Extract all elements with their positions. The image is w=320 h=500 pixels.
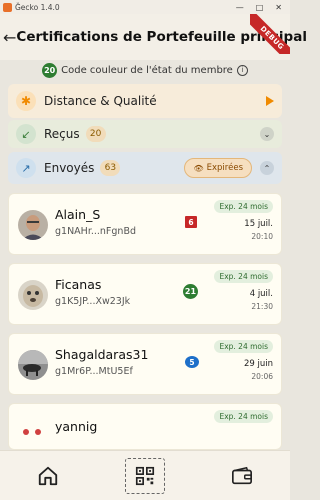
certification-card[interactable]: yannig Exp. 24 mois [8, 403, 282, 450]
distance-quality-label: Distance & Qualité [44, 94, 157, 108]
wallet-icon [231, 466, 252, 484]
avatar [18, 422, 48, 449]
member-name: yannig [55, 419, 98, 434]
window-title: Ğecko 1.4.0 [15, 2, 60, 12]
play-icon[interactable] [266, 96, 274, 106]
member-status-badge: 21 [183, 284, 198, 299]
maximize-icon[interactable]: □ [256, 3, 264, 12]
expired-filter-button[interactable]: 👁 Expirées [184, 158, 252, 178]
received-label: Reçus [44, 127, 80, 141]
cert-date: 15 juil. [244, 219, 273, 229]
member-pubkey: g1K5JP...Xw23Jk [55, 296, 131, 307]
certification-card[interactable]: Ficanas g1K5JP...Xw23Jk 21 Exp. 24 mois … [8, 263, 282, 325]
certification-card[interactable]: Shagaldaras31 g1Mr6P...MtU5Ef 5 Exp. 24 … [8, 333, 282, 395]
arrow-left-icon[interactable]: ← [3, 28, 16, 47]
arrow-up-right-icon: ↗ [16, 158, 36, 178]
avatar [18, 280, 48, 310]
chevron-down-icon[interactable]: ⌄ [260, 127, 274, 141]
member-name: Ficanas [55, 277, 102, 292]
sent-section[interactable]: ↗ Envoyés 63 👁 Expirées ⌃ [8, 152, 282, 184]
app-header: ← Certifications de Portefeuille princip… [0, 14, 307, 60]
sent-label: Envoyés [44, 161, 95, 175]
cert-date: 4 juil. [249, 289, 273, 299]
member-pubkey: g1Mr6P...MtU5Ef [55, 366, 133, 377]
bottom-navigation [0, 450, 290, 500]
debug-corner: DEBUG [250, 14, 290, 54]
qr-code-icon [135, 466, 155, 485]
window-controls: — □ ✕ [236, 3, 290, 12]
arrow-down-left-icon: ↙ [16, 124, 36, 144]
legend-text: Code couleur de l'état du membre [61, 64, 233, 76]
member-status-legend: 20 Code couleur de l'état du membre i [0, 60, 290, 80]
avatar [18, 350, 48, 380]
close-icon[interactable]: ✕ [275, 3, 282, 12]
info-icon[interactable]: i [236, 64, 248, 76]
cert-time: 20:06 [251, 372, 273, 381]
wallet-button[interactable] [222, 458, 262, 494]
sent-count-badge: 63 [100, 160, 121, 176]
cert-date: 29 juin [243, 359, 273, 369]
eye-icon: 👁 [193, 163, 204, 173]
received-section[interactable]: ↙ Reçus 20 ⌄ [8, 120, 282, 148]
home-icon [39, 466, 58, 485]
member-name: Alain_S [55, 207, 101, 222]
cert-time: 21:30 [251, 302, 273, 311]
minimize-icon[interactable]: — [236, 3, 244, 12]
app-logo-icon [3, 2, 12, 12]
received-count-badge: 20 [85, 126, 106, 142]
asterisk-icon: ✱ [16, 91, 36, 111]
legend-badge: 20 [42, 62, 58, 78]
member-pubkey: g1NAHr...nFgnBd [55, 226, 137, 237]
expiry-badge: Exp. 24 mois [214, 410, 273, 423]
expired-filter-label: Expirées [206, 163, 243, 173]
avatar [18, 210, 48, 240]
window-titlebar: Ğecko 1.4.0 — □ ✕ [0, 0, 290, 14]
expiry-badge: Exp. 24 mois [214, 270, 273, 283]
expiry-badge: Exp. 24 mois [214, 340, 273, 353]
member-name: Shagaldaras31 [55, 347, 149, 362]
member-status-badge: 5 [185, 356, 199, 368]
expiry-badge: Exp. 24 mois [214, 200, 273, 213]
certification-card[interactable]: Alain_S g1NAHr...nFgnBd 6 Exp. 24 mois 1… [8, 193, 282, 255]
cert-time: 20:10 [251, 232, 273, 241]
scan-qr-button[interactable] [124, 457, 165, 494]
debug-banner: DEBUG [250, 14, 290, 54]
member-status-badge: 6 [185, 216, 197, 228]
distance-quality-section[interactable]: ✱ Distance & Qualité [8, 84, 282, 118]
home-button[interactable] [28, 458, 68, 494]
chevron-up-icon[interactable]: ⌃ [260, 161, 274, 175]
